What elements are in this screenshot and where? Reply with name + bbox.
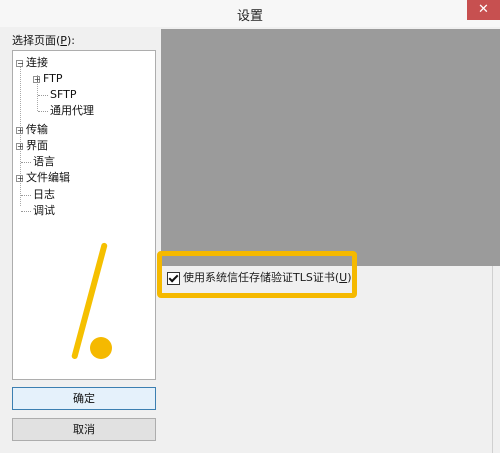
tree-item-generic-proxy[interactable]: 通用代理 xyxy=(38,104,94,118)
tree-item-language[interactable]: 语言 xyxy=(21,155,55,169)
tree-item-connection[interactable]: − 连接 xyxy=(16,56,48,70)
close-button[interactable]: ✕ xyxy=(467,0,500,20)
collapse-icon[interactable]: − xyxy=(16,59,24,67)
tree-item-logging[interactable]: 日志 xyxy=(21,188,55,202)
expand-icon[interactable]: + xyxy=(16,174,24,182)
expand-icon[interactable]: + xyxy=(16,142,24,150)
close-icon: ✕ xyxy=(478,2,489,17)
expand-icon[interactable]: + xyxy=(33,75,41,83)
ok-button[interactable]: 确定 xyxy=(12,387,156,410)
window-title: 设置 xyxy=(236,9,263,24)
highlight-box xyxy=(157,251,357,298)
cancel-button[interactable]: 取消 xyxy=(12,418,156,441)
tree-item-file-editing[interactable]: + 文件编辑 xyxy=(16,171,70,185)
dialog-client-area: 选择页面(P): − 连接 + FTP SFTP 通用代理 + 传输 + 界面 语言 +… xyxy=(0,27,500,453)
select-page-label: 选择页面(P): xyxy=(12,34,75,47)
tree-item-interface[interactable]: + 界面 xyxy=(16,139,48,153)
pointer-dot xyxy=(90,337,112,359)
tree-item-sftp[interactable]: SFTP xyxy=(38,88,76,102)
settings-page-content-obscured xyxy=(161,29,500,266)
tree-item-debug[interactable]: 调试 xyxy=(21,204,55,218)
tree-item-transfers[interactable]: + 传输 xyxy=(16,123,48,137)
expand-icon[interactable]: + xyxy=(16,126,24,134)
title-bar: 设置 ✕ xyxy=(0,0,500,28)
group-box-edge xyxy=(492,266,493,453)
tree-item-ftp[interactable]: + FTP xyxy=(33,72,63,86)
